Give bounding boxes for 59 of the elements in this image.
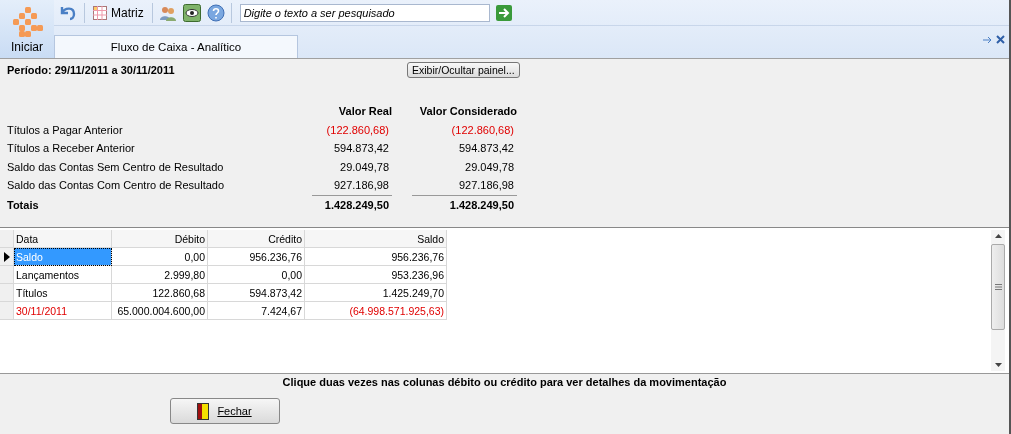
table-cell[interactable]: 0,00 — [208, 266, 305, 284]
table-cell[interactable]: 594.873,42 — [208, 284, 305, 302]
table-cell[interactable]: 953.236,96 — [305, 266, 447, 284]
column-header[interactable]: Débito — [112, 230, 208, 248]
start-button[interactable]: Iniciar — [0, 0, 54, 58]
value-text: 927.186,98 — [332, 178, 390, 193]
table-cell[interactable]: 65.000.004.600,00 — [112, 302, 208, 320]
table-cell[interactable]: 956.236,76 — [305, 248, 447, 266]
scrollbar[interactable] — [991, 230, 1005, 371]
table-cell[interactable]: 2.999,80 — [112, 266, 208, 284]
close-button[interactable]: Fechar — [169, 398, 280, 424]
search-field[interactable]: Digite o texto a ser pesquisado — [239, 3, 490, 22]
totals-label: Totais — [7, 197, 40, 213]
table-cell[interactable]: 30/11/2011 — [14, 302, 112, 320]
logo-icon — [10, 5, 44, 39]
help-icon[interactable] — [206, 3, 225, 22]
scroll-down-icon[interactable] — [994, 363, 1002, 367]
table-cell[interactable]: Títulos — [14, 284, 112, 302]
value-text: 29.049,78 — [339, 159, 390, 175]
total-value: 1.428.249,50 — [323, 197, 390, 213]
value-text: 927.186,98 — [457, 178, 515, 193]
table-cell[interactable]: 956.236,76 — [208, 248, 305, 266]
table-cell[interactable]: (64.998.571.925,63) — [305, 302, 447, 320]
table-cell[interactable]: 0,00 — [112, 248, 208, 266]
grip-icon — [994, 284, 1002, 290]
value-text: 594.873,42 — [332, 141, 390, 156]
users-icon[interactable] — [158, 4, 177, 21]
table-cell[interactable]: Lançamentos — [14, 266, 112, 284]
column-header: Valor Considerado — [418, 104, 517, 119]
column-header[interactable]: Saldo — [305, 230, 447, 248]
grid-icon — [93, 5, 107, 20]
hint-text: Clique duas vezes nas colunas débito ou crédito para ver detalhes da movimentação — [282, 376, 727, 388]
value-text: (122.860,68) — [325, 122, 390, 138]
period-label: Período: 29/11/2011 a 30/11/2011 — [7, 64, 176, 76]
row-label: Títulos a Receber Anterior — [7, 141, 136, 156]
row-label: Saldo das Contas Com Centro de Resultado — [7, 178, 226, 193]
header-corner — [0, 230, 14, 248]
value-text: 29.049,78 — [464, 159, 515, 175]
value-text: 594.873,42 — [457, 141, 515, 156]
row-label: Títulos a Pagar Anterior — [7, 122, 124, 138]
tab[interactable]: Fluxo de Caixa - Analítico — [54, 35, 298, 58]
column-header: Valor Real — [337, 104, 392, 119]
matrix-button[interactable]: Matriz — [91, 5, 146, 20]
pin-icon[interactable] — [983, 36, 993, 44]
table-cell[interactable]: 7.424,67 — [208, 302, 305, 320]
go-arrow-icon[interactable] — [495, 4, 512, 21]
total-value: 1.428.249,50 — [448, 197, 515, 213]
column-header[interactable]: Crédito — [208, 230, 305, 248]
scroll-thumb[interactable] — [991, 244, 1005, 330]
toggle-panel-button[interactable]: Exibir/Ocultar painel... — [407, 62, 520, 78]
value-text: (122.860,68) — [450, 122, 515, 138]
eye-icon[interactable] — [182, 3, 201, 22]
scroll-up-icon[interactable] — [994, 234, 1002, 238]
row-label: Saldo das Contas Sem Centro de Resultado — [7, 159, 225, 175]
column-header[interactable]: Data — [14, 230, 112, 248]
door-icon — [197, 402, 210, 420]
table-cell[interactable]: 122.860,68 — [112, 284, 208, 302]
close-icon[interactable] — [996, 35, 1005, 44]
table-cell[interactable]: 1.425.249,70 — [305, 284, 447, 302]
